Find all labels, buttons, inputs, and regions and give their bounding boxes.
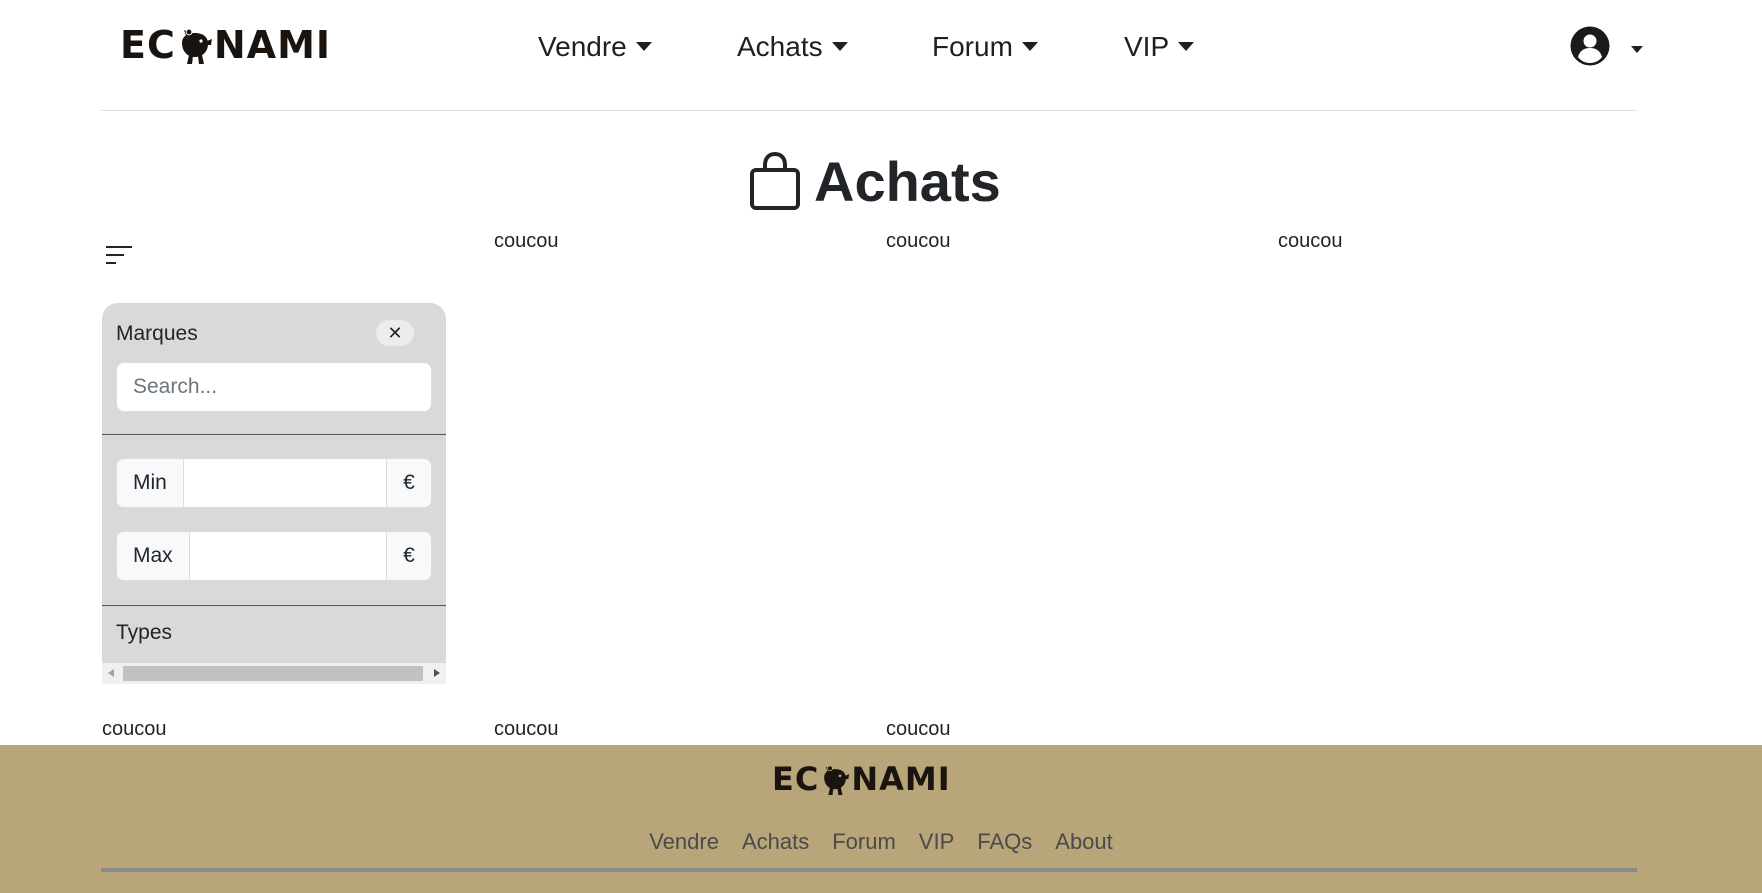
- nav-forum-label: Forum: [932, 31, 1013, 62]
- nav-vip-label: VIP: [1124, 31, 1170, 62]
- nav-achats[interactable]: Achats: [737, 22, 848, 72]
- horizontal-scrollbar[interactable]: [102, 663, 446, 684]
- logo-text-left: EC: [772, 760, 820, 798]
- user-menu-caret-icon[interactable]: [1631, 46, 1643, 53]
- page-title-text: Achats: [814, 149, 1001, 213]
- filter-sidebar: Marques ✕ Min € Max € Types: [102, 303, 446, 684]
- sidebar-divider: [102, 605, 446, 606]
- price-max-label: Max: [117, 532, 190, 580]
- nav-vip[interactable]: VIP: [1124, 22, 1195, 72]
- close-icon: ✕: [387, 322, 403, 343]
- price-min-group: Min €: [116, 458, 432, 508]
- product-card-text: coucou: [494, 718, 559, 740]
- product-card-text: coucou: [886, 718, 951, 740]
- scroll-left-arrow-icon[interactable]: [108, 669, 114, 677]
- product-card-text: coucou: [886, 230, 951, 252]
- brand-logo[interactable]: EC NAMI: [120, 22, 331, 68]
- footer-divider: [101, 868, 1637, 872]
- caret-down-icon: [1021, 41, 1038, 51]
- nav-vendre-label: Vendre: [538, 31, 627, 62]
- price-max-input[interactable]: [189, 532, 386, 580]
- piggy-bank-icon: [181, 28, 212, 64]
- close-button[interactable]: ✕: [376, 320, 414, 346]
- logo-text-left: EC: [120, 23, 176, 67]
- footer-link-forum[interactable]: Forum: [832, 829, 896, 855]
- filter-lines-icon[interactable]: [104, 244, 134, 266]
- caret-down-icon: [831, 41, 848, 51]
- scrollbar-thumb[interactable]: [123, 666, 423, 681]
- brands-label: Marques: [116, 322, 198, 345]
- footer-link-achats[interactable]: Achats: [742, 829, 809, 855]
- nav-achats-label: Achats: [737, 31, 823, 62]
- piggy-bank-icon: [824, 765, 850, 795]
- product-card-text: coucou: [494, 230, 559, 252]
- logo-text-right: NAMI: [213, 23, 332, 67]
- header-divider: [101, 110, 1637, 111]
- caret-down-icon: [635, 41, 652, 51]
- price-min-label: Min: [117, 459, 184, 507]
- currency-euro: €: [386, 532, 431, 580]
- currency-euro: €: [386, 459, 431, 507]
- nav-forum[interactable]: Forum: [932, 22, 1038, 72]
- footer-link-vip[interactable]: VIP: [919, 829, 954, 855]
- footer-link-about[interactable]: About: [1055, 829, 1113, 855]
- product-card-text: coucou: [102, 718, 167, 740]
- types-label: Types: [116, 621, 173, 644]
- product-card-text: coucou: [1278, 230, 1343, 252]
- price-max-group: Max €: [116, 531, 432, 581]
- user-circle-icon[interactable]: [1570, 26, 1610, 66]
- footer-logo[interactable]: EC NAMI: [772, 759, 951, 799]
- price-min-input[interactable]: [183, 459, 386, 507]
- footer: EC NAMI Vendre Achats Forum VIP FAQs Abo…: [0, 745, 1762, 893]
- nav-vendre[interactable]: Vendre: [538, 22, 652, 72]
- footer-link-vendre[interactable]: Vendre: [649, 829, 719, 855]
- page-title: Achats: [748, 146, 1001, 216]
- brand-search-input[interactable]: [116, 362, 432, 412]
- caret-down-icon: [1178, 41, 1195, 51]
- sidebar-divider: [102, 434, 446, 435]
- shopping-bag-icon: [750, 151, 800, 210]
- scroll-right-arrow-icon[interactable]: [434, 669, 440, 677]
- footer-link-faqs[interactable]: FAQs: [977, 829, 1032, 855]
- logo-text-right: NAMI: [851, 760, 951, 798]
- footer-links: Vendre Achats Forum VIP FAQs About: [0, 829, 1762, 855]
